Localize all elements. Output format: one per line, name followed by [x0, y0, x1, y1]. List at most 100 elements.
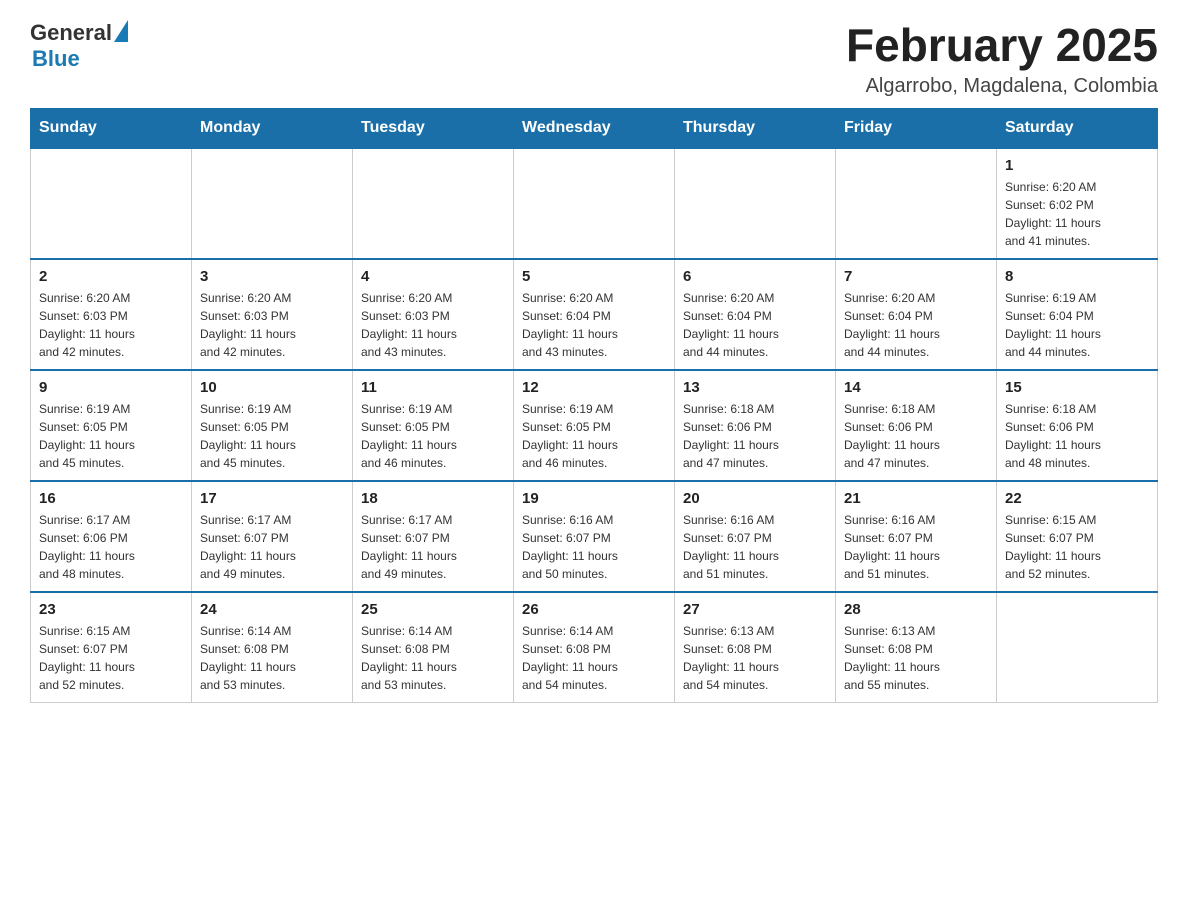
day-info: Sunrise: 6:18 AM Sunset: 6:06 PM Dayligh… — [683, 400, 827, 472]
table-row: 20Sunrise: 6:16 AM Sunset: 6:07 PM Dayli… — [675, 481, 836, 592]
day-info: Sunrise: 6:16 AM Sunset: 6:07 PM Dayligh… — [683, 511, 827, 583]
day-number: 23 — [39, 601, 183, 618]
day-info: Sunrise: 6:17 AM Sunset: 6:07 PM Dayligh… — [200, 511, 344, 583]
table-row: 10 Sunrise: 6:19 AM Sunset: 6:05 PM Dayli… — [192, 370, 353, 481]
table-row — [192, 148, 353, 259]
day-info: Sunrise: 6:15 AM Sunset: 6:07 PM Dayligh… — [1005, 511, 1149, 583]
weekday-header-row: SundayMondayTuesdayWednesdayThursdayFrid… — [31, 108, 1158, 148]
logo-triangle-icon — [114, 20, 128, 42]
table-row: 8 Sunrise: 6:19 AM Sunset: 6:04 PM Daylig… — [997, 259, 1158, 370]
location-title: Algarrobo, Magdalena, Colombia — [846, 75, 1158, 98]
day-number: 1 — [1005, 157, 1149, 174]
table-row: 21 Sunrise: 6:16 AM Sunset: 6:07 PM Dayli… — [836, 481, 997, 592]
day-info: Sunrise: 6:16 AM Sunset: 6:07 PM Dayligh… — [844, 511, 988, 583]
title-section: February 2025 Algarrobo, Magdalena, Colo… — [846, 20, 1158, 98]
day-info: Sunrise: 6:19 AM Sunset: 6:05 PM Dayligh… — [522, 400, 666, 472]
table-row: 7Sunrise: 6:20 AM Sunset: 6:04 PM Daylig… — [836, 259, 997, 370]
day-number: 27 — [683, 601, 827, 618]
weekday-header-saturday: Saturday — [997, 108, 1158, 148]
week-row-4: 16 Sunrise: 6:17 AM Sunset: 6:06 PM Dayli… — [31, 481, 1158, 592]
day-number: 13 — [683, 379, 827, 396]
table-row: 13 Sunrise: 6:18 AM Sunset: 6:06 PM Dayli… — [675, 370, 836, 481]
table-row: 5 Sunrise: 6:20 AM Sunset: 6:04 PM Daylig… — [514, 259, 675, 370]
table-row: 23 Sunrise: 6:15 AM Sunset: 6:07 PM Dayli… — [31, 592, 192, 703]
day-number: 8 — [1005, 268, 1149, 285]
table-row: 28 Sunrise: 6:13 AM Sunset: 6:08 PM Dayli… — [836, 592, 997, 703]
day-info: Sunrise: 6:18 AM Sunset: 6:06 PM Dayligh… — [844, 400, 988, 472]
day-number: 14 — [844, 379, 988, 396]
week-row-1: 1 Sunrise: 6:20 AM Sunset: 6:02 PM Daylig… — [31, 148, 1158, 259]
day-info: Sunrise: 6:20 AM Sunset: 6:04 PM Dayligh… — [844, 289, 988, 361]
table-row — [675, 148, 836, 259]
day-number: 6 — [683, 268, 827, 285]
table-row: 26 Sunrise: 6:14 AM Sunset: 6:08 PM Dayli… — [514, 592, 675, 703]
day-info: Sunrise: 6:15 AM Sunset: 6:07 PM Dayligh… — [39, 622, 183, 694]
day-number: 17 — [200, 490, 344, 507]
day-info: Sunrise: 6:19 AM Sunset: 6:05 PM Dayligh… — [200, 400, 344, 472]
day-number: 28 — [844, 601, 988, 618]
table-row: 6 Sunrise: 6:20 AM Sunset: 6:04 PM Daylig… — [675, 259, 836, 370]
day-number: 3 — [200, 268, 344, 285]
day-number: 21 — [844, 490, 988, 507]
day-info: Sunrise: 6:14 AM Sunset: 6:08 PM Dayligh… — [200, 622, 344, 694]
table-row: 18 Sunrise: 6:17 AM Sunset: 6:07 PM Dayli… — [353, 481, 514, 592]
table-row: 16 Sunrise: 6:17 AM Sunset: 6:06 PM Dayli… — [31, 481, 192, 592]
table-row — [353, 148, 514, 259]
day-info: Sunrise: 6:13 AM Sunset: 6:08 PM Dayligh… — [683, 622, 827, 694]
day-info: Sunrise: 6:14 AM Sunset: 6:08 PM Dayligh… — [361, 622, 505, 694]
day-number: 10 — [200, 379, 344, 396]
week-row-3: 9 Sunrise: 6:19 AM Sunset: 6:05 PM Daylig… — [31, 370, 1158, 481]
table-row: 17 Sunrise: 6:17 AM Sunset: 6:07 PM Dayli… — [192, 481, 353, 592]
day-number: 15 — [1005, 379, 1149, 396]
week-row-5: 23 Sunrise: 6:15 AM Sunset: 6:07 PM Dayli… — [31, 592, 1158, 703]
day-info: Sunrise: 6:19 AM Sunset: 6:05 PM Dayligh… — [361, 400, 505, 472]
table-row — [514, 148, 675, 259]
month-title: February 2025 — [846, 20, 1158, 71]
weekday-header-thursday: Thursday — [675, 108, 836, 148]
table-row: 14 Sunrise: 6:18 AM Sunset: 6:06 PM Dayli… — [836, 370, 997, 481]
logo-blue-text: Blue — [32, 46, 80, 72]
day-info: Sunrise: 6:20 AM Sunset: 6:04 PM Dayligh… — [522, 289, 666, 361]
day-number: 5 — [522, 268, 666, 285]
weekday-header-tuesday: Tuesday — [353, 108, 514, 148]
day-info: Sunrise: 6:20 AM Sunset: 6:03 PM Dayligh… — [361, 289, 505, 361]
day-info: Sunrise: 6:14 AM Sunset: 6:08 PM Dayligh… — [522, 622, 666, 694]
weekday-header-sunday: Sunday — [31, 108, 192, 148]
day-info: Sunrise: 6:17 AM Sunset: 6:07 PM Dayligh… — [361, 511, 505, 583]
table-row: 4 Sunrise: 6:20 AM Sunset: 6:03 PM Daylig… — [353, 259, 514, 370]
day-info: Sunrise: 6:18 AM Sunset: 6:06 PM Dayligh… — [1005, 400, 1149, 472]
calendar-table: SundayMondayTuesdayWednesdayThursdayFrid… — [30, 108, 1158, 703]
day-info: Sunrise: 6:17 AM Sunset: 6:06 PM Dayligh… — [39, 511, 183, 583]
table-row: 25 Sunrise: 6:14 AM Sunset: 6:08 PM Dayli… — [353, 592, 514, 703]
day-info: Sunrise: 6:16 AM Sunset: 6:07 PM Dayligh… — [522, 511, 666, 583]
week-row-2: 2 Sunrise: 6:20 AM Sunset: 6:03 PM Daylig… — [31, 259, 1158, 370]
table-row: 11 Sunrise: 6:19 AM Sunset: 6:05 PM Dayli… — [353, 370, 514, 481]
weekday-header-monday: Monday — [192, 108, 353, 148]
table-row: 3 Sunrise: 6:20 AM Sunset: 6:03 PM Daylig… — [192, 259, 353, 370]
day-info: Sunrise: 6:19 AM Sunset: 6:05 PM Dayligh… — [39, 400, 183, 472]
table-row: 9 Sunrise: 6:19 AM Sunset: 6:05 PM Daylig… — [31, 370, 192, 481]
day-number: 25 — [361, 601, 505, 618]
page-header: General Blue February 2025 Algarrobo, Ma… — [30, 20, 1158, 98]
table-row — [997, 592, 1158, 703]
table-row: 12Sunrise: 6:19 AM Sunset: 6:05 PM Dayli… — [514, 370, 675, 481]
table-row: 22 Sunrise: 6:15 AM Sunset: 6:07 PM Dayli… — [997, 481, 1158, 592]
table-row — [31, 148, 192, 259]
day-number: 11 — [361, 379, 505, 396]
day-number: 19 — [522, 490, 666, 507]
day-number: 2 — [39, 268, 183, 285]
day-number: 4 — [361, 268, 505, 285]
day-info: Sunrise: 6:20 AM Sunset: 6:03 PM Dayligh… — [200, 289, 344, 361]
day-number: 9 — [39, 379, 183, 396]
day-info: Sunrise: 6:20 AM Sunset: 6:02 PM Dayligh… — [1005, 178, 1149, 250]
day-info: Sunrise: 6:20 AM Sunset: 6:04 PM Dayligh… — [683, 289, 827, 361]
day-number: 16 — [39, 490, 183, 507]
table-row: 27 Sunrise: 6:13 AM Sunset: 6:08 PM Dayli… — [675, 592, 836, 703]
day-number: 18 — [361, 490, 505, 507]
table-row: 24 Sunrise: 6:14 AM Sunset: 6:08 PM Dayli… — [192, 592, 353, 703]
day-number: 26 — [522, 601, 666, 618]
day-number: 24 — [200, 601, 344, 618]
day-info: Sunrise: 6:19 AM Sunset: 6:04 PM Dayligh… — [1005, 289, 1149, 361]
day-info: Sunrise: 6:13 AM Sunset: 6:08 PM Dayligh… — [844, 622, 988, 694]
day-number: 22 — [1005, 490, 1149, 507]
